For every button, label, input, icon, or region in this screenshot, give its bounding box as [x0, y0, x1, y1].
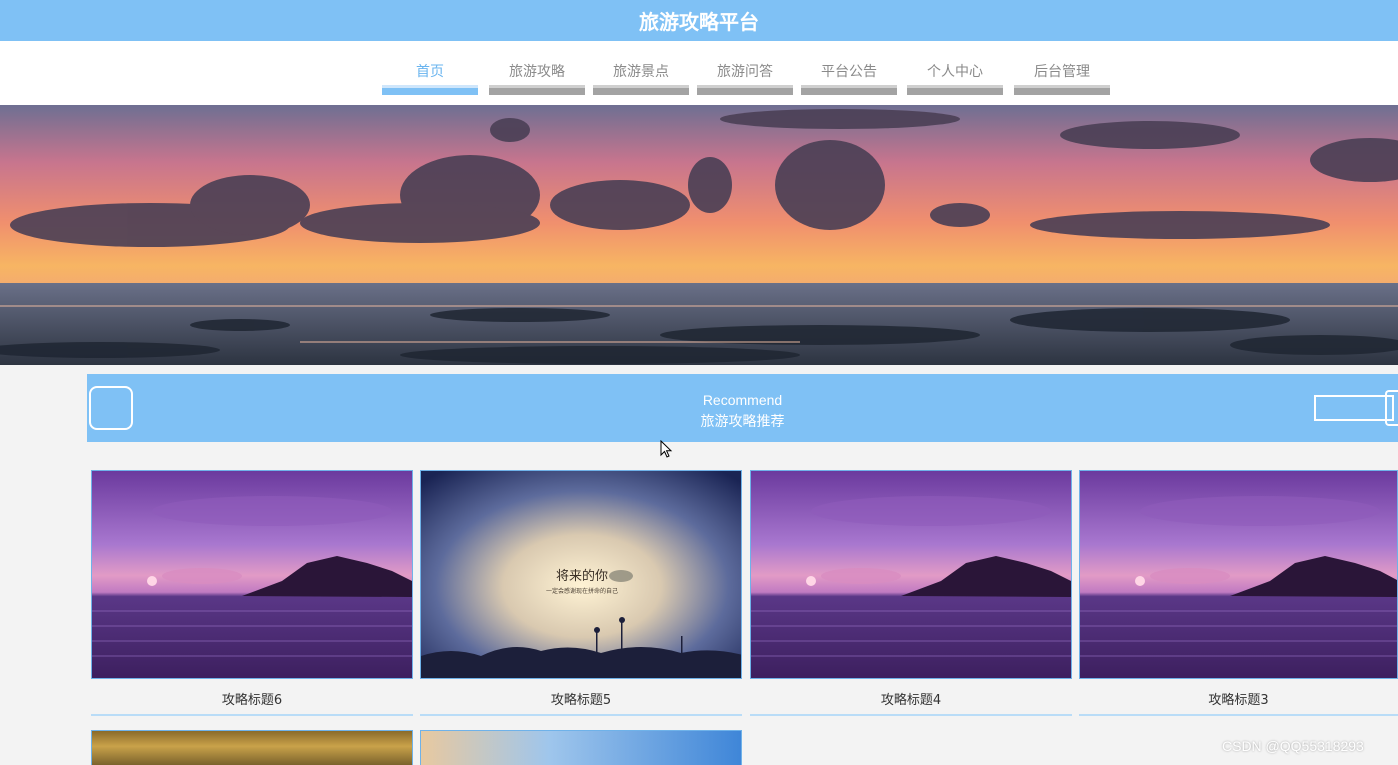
recommend-section-header: Recommend 旅游攻略推荐	[87, 374, 1398, 442]
nav-label: 旅游问答	[717, 64, 773, 80]
nav-home[interactable]: 首页	[382, 41, 478, 96]
poster-title: 将来的你	[556, 568, 608, 584]
guide-card-partial[interactable]	[91, 730, 413, 765]
card-underline	[1079, 714, 1398, 716]
nav-tab-bar	[801, 85, 897, 95]
golden-landscape-photo[interactable]	[91, 730, 413, 765]
card-underline	[750, 714, 1072, 716]
nav-tab-bar	[489, 85, 585, 95]
card-underline	[420, 714, 742, 716]
nav-label: 个人中心	[927, 64, 983, 80]
guide-card-title[interactable]: 攻略标题5	[420, 689, 742, 708]
guide-card[interactable]: 攻略标题3	[1079, 470, 1398, 716]
purple-sunset-sea-photo[interactable]	[750, 470, 1072, 679]
guide-card[interactable]: 攻略标题6	[91, 470, 413, 716]
main-nav: 首页 旅游攻略 旅游景点 旅游问答 平台公告 个人中心 后台管理	[0, 41, 1398, 105]
mouse-cursor-icon	[660, 440, 673, 458]
site-title: 旅游攻略平台	[639, 10, 759, 34]
nav-tab-bar	[382, 85, 478, 95]
nav-tab-bar	[1014, 85, 1110, 95]
guide-card-title[interactable]: 攻略标题4	[750, 689, 1072, 708]
card-underline	[91, 714, 413, 716]
guide-card-title[interactable]: 攻略标题3	[1079, 689, 1398, 708]
decorative-frame-right-edge	[1385, 390, 1398, 426]
purple-sunset-sea-photo[interactable]	[1079, 470, 1398, 679]
nav-label: 旅游攻略	[509, 64, 565, 80]
guide-card-title[interactable]: 攻略标题6	[91, 689, 413, 708]
poster-subtitle: 一定会感谢现在拼命的自己	[546, 587, 618, 595]
nav-announcements[interactable]: 平台公告	[801, 41, 897, 96]
nav-attractions[interactable]: 旅游景点	[593, 41, 689, 96]
nav-label: 旅游景点	[613, 64, 669, 80]
purple-sunset-sea-photo[interactable]	[91, 470, 413, 679]
nav-qa[interactable]: 旅游问答	[697, 41, 793, 96]
watermark-text: CSDN @QQ55318293	[1222, 738, 1364, 754]
section-title-en: Recommend	[702, 392, 783, 408]
guide-card-partial[interactable]	[420, 730, 742, 765]
nav-label: 后台管理	[1034, 64, 1090, 80]
nav-admin[interactable]: 后台管理	[1014, 41, 1110, 96]
nav-label: 平台公告	[821, 64, 877, 80]
nav-profile[interactable]: 个人中心	[907, 41, 1003, 96]
guide-card[interactable]: 将来的你 一定会感谢现在拼命的自己 攻略标题5	[420, 470, 742, 716]
section-title-cn: 旅游攻略推荐	[700, 414, 785, 430]
nav-label: 首页	[416, 64, 444, 80]
nav-tab-bar	[697, 85, 793, 95]
decorative-frame-right	[1314, 395, 1394, 421]
poster-photo[interactable]: 将来的你 一定会感谢现在拼命的自己	[420, 470, 742, 679]
nav-tab-bar	[907, 85, 1003, 95]
nav-travel-guides[interactable]: 旅游攻略	[489, 41, 585, 96]
blue-sky-photo[interactable]	[420, 730, 742, 765]
nav-tab-bar	[593, 85, 689, 95]
site-header: 旅游攻略平台	[0, 0, 1398, 41]
hero-banner-image[interactable]	[0, 105, 1398, 365]
guide-card[interactable]: 攻略标题4	[750, 470, 1072, 716]
